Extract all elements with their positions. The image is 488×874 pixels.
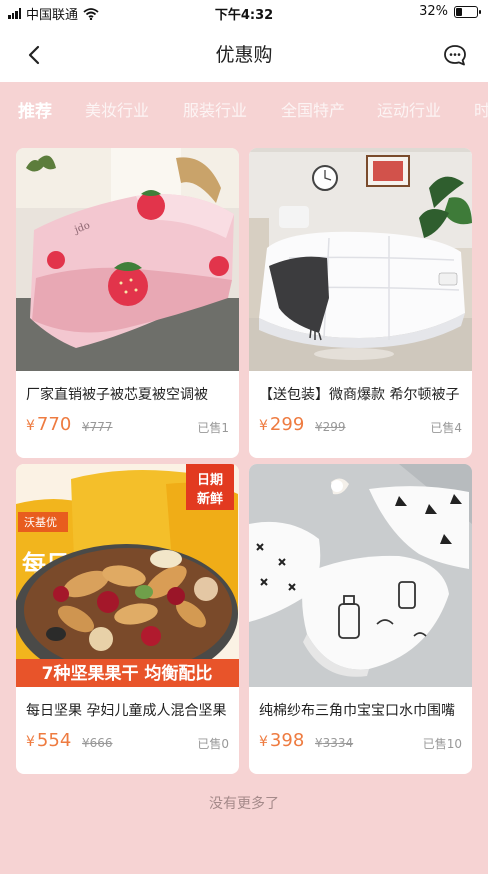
product-price: ¥398 — [259, 730, 305, 751]
nav-bar: 优惠购 — [0, 26, 488, 82]
status-time: 下午4:32 — [214, 8, 274, 23]
product-price: ¥299 — [259, 414, 305, 435]
no-more-label: 没有更多了 — [209, 796, 279, 812]
sold-count: 已售0 — [197, 737, 229, 751]
original-price: ¥666 — [82, 736, 113, 750]
original-price: ¥299 — [315, 420, 346, 434]
original-price: ¥777 — [82, 420, 113, 434]
product-price: ¥554 — [26, 730, 72, 751]
product-image-nuts: 沃基优 每日 日期 新鲜 7种坚果果干 均衡配比 — [16, 464, 239, 687]
currency-symbol: ¥ — [259, 418, 268, 434]
svg-text:沃基优: 沃基优 — [24, 516, 57, 529]
category-tabs: 推荐 美妆行业 服装行业 全国特产 运动行业 时 — [0, 82, 488, 134]
battery-level — [456, 7, 463, 16]
currency-symbol: ¥ — [26, 418, 35, 434]
message-button[interactable] — [440, 40, 470, 70]
chat-bubble-icon — [444, 45, 466, 66]
product-card[interactable]: 沃基优 每日 日期 新鲜 7种坚果果干 均衡配比 每日坚果 孕妇儿童成人混合坚果… — [16, 464, 239, 774]
tab-apparel[interactable]: 服装行业 — [183, 97, 247, 121]
product-banner-text: 7种坚果果干 均衡配比 — [42, 663, 213, 684]
price-row: ¥770 ¥777 已售1 — [26, 414, 229, 440]
currency-symbol: ¥ — [26, 734, 35, 750]
battery-percent: 32% — [419, 4, 448, 19]
tab-specialty[interactable]: 全国特产 — [281, 97, 345, 121]
product-image-quilt-pink: jdo — [16, 148, 239, 371]
product-title: 【送包装】微商爆款 希尔顿被子 — [259, 387, 460, 403]
tab-recommend[interactable]: 推荐 — [18, 97, 52, 122]
fresh-badge: 日期 — [197, 473, 223, 488]
product-title: 厂家直销被子被芯夏被空调被 — [26, 387, 208, 403]
page-title: 优惠购 — [215, 44, 273, 66]
svg-text:新鲜: 新鲜 — [197, 491, 223, 507]
price-row: ¥398 ¥3334 已售10 — [259, 730, 462, 756]
product-image-quilt-white — [249, 148, 472, 371]
status-bar: 中国联通 下午4:32 32% — [0, 0, 488, 26]
battery-icon — [454, 5, 481, 18]
tab-sports[interactable]: 运动行业 — [377, 97, 441, 121]
price-row: ¥299 ¥299 已售4 — [259, 414, 462, 440]
price-row: ¥554 ¥666 已售0 — [26, 730, 229, 756]
product-title: 纯棉纱布三角巾宝宝口水巾围嘴 — [259, 703, 455, 719]
product-card[interactable]: jdo 厂家直销被子被芯夏被空调被 ¥770 ¥777 已售1 — [16, 148, 239, 458]
original-price: ¥3334 — [315, 736, 354, 750]
sold-count: 已售1 — [197, 421, 229, 435]
product-title: 每日坚果 孕妇儿童成人混合坚果 — [26, 703, 227, 719]
product-image-bibs — [249, 464, 472, 687]
tab-more[interactable]: 时 — [474, 97, 488, 121]
sold-count: 已售4 — [430, 421, 462, 435]
product-price: ¥770 — [26, 414, 72, 435]
product-card[interactable]: 【送包装】微商爆款 希尔顿被子 ¥299 ¥299 已售4 — [249, 148, 472, 458]
product-card[interactable]: 纯棉纱布三角巾宝宝口水巾围嘴 ¥398 ¥3334 已售10 — [249, 464, 472, 774]
currency-symbol: ¥ — [259, 734, 268, 750]
tab-beauty[interactable]: 美妆行业 — [85, 97, 149, 121]
sold-count: 已售10 — [422, 737, 462, 751]
